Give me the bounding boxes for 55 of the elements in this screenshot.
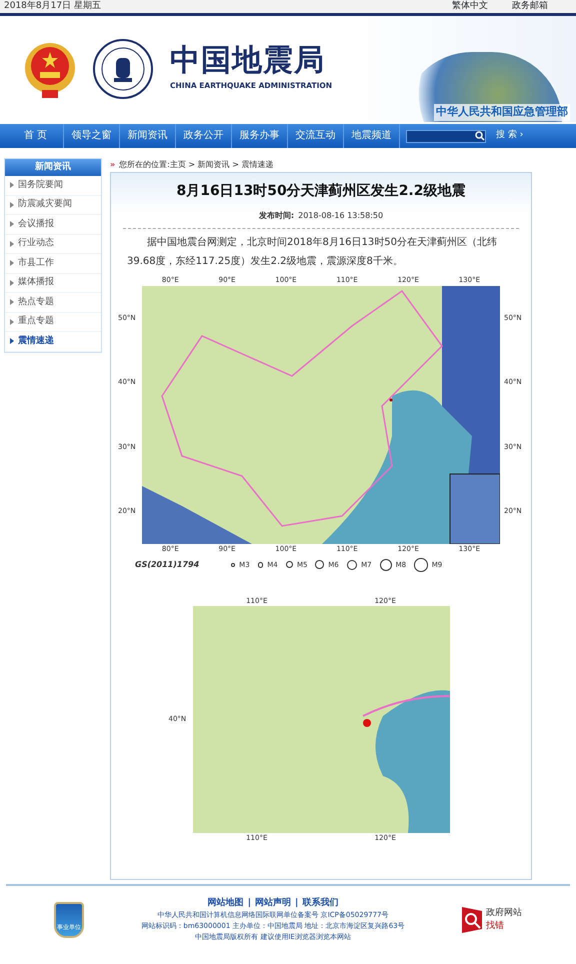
sidebar-item[interactable]: 会议播报 bbox=[5, 215, 101, 234]
nav-tab[interactable]: 交流互动 bbox=[288, 124, 344, 148]
triangle-icon bbox=[10, 338, 14, 344]
sidebar-item[interactable]: 震情速递 bbox=[5, 332, 101, 352]
footer-link[interactable]: 网站声明 bbox=[255, 896, 291, 910]
article-text: 据中国地震台网测定，北京时间2018年8月16日13时50分在天津蓟州区（北纬39.68度，东经117.25度）发生2.2级地震，震源深度8千米。 bbox=[126, 236, 498, 269]
sidebar-item[interactable]: 媒体播报 bbox=[5, 274, 101, 293]
separator-text: | bbox=[248, 896, 251, 910]
nav-tab[interactable]: 领导之窗 bbox=[64, 124, 120, 148]
triangle-icon bbox=[10, 240, 14, 247]
top-link[interactable]: 繁体中文 bbox=[452, 0, 488, 13]
triangle-icon bbox=[10, 280, 14, 286]
top-link[interactable]: 政务邮箱 bbox=[512, 0, 548, 13]
separator-text: | bbox=[295, 896, 298, 910]
search-icon bbox=[475, 131, 485, 141]
nav-tab[interactable]: 首 页 bbox=[8, 124, 64, 148]
magnifier-icon bbox=[462, 907, 482, 933]
article-title: 8月16日13时50分天津蓟州区发生2.2级地震 bbox=[176, 182, 466, 201]
triangle-icon bbox=[10, 221, 14, 228]
triangle-icon bbox=[10, 299, 14, 306]
publish-time: 2018-08-16 13:58:50 bbox=[298, 210, 384, 222]
nav-tab[interactable]: 地震频道 bbox=[344, 124, 400, 148]
footer-link[interactable]: 联系我们 bbox=[302, 896, 338, 910]
gov-site-label: 政府网站 bbox=[486, 906, 522, 920]
footer-link[interactable]: 网站地图 bbox=[208, 896, 244, 910]
sidebar-item[interactable]: 市县工作 bbox=[5, 254, 101, 274]
search-button[interactable]: 搜 索 › bbox=[494, 129, 526, 143]
date-text: 2018年8月17日 星期五 bbox=[4, 0, 101, 13]
circle-icon bbox=[231, 562, 236, 567]
circle-icon bbox=[315, 560, 324, 570]
map-code: GS(2011)1794 bbox=[135, 558, 200, 571]
circle-icon bbox=[346, 560, 358, 570]
sidebar-title: 新闻资讯 bbox=[5, 159, 101, 176]
nav-tab[interactable]: 政务公开 bbox=[176, 124, 232, 148]
search-field[interactable] bbox=[406, 130, 486, 142]
triangle-icon bbox=[10, 202, 14, 208]
seal-icon bbox=[92, 38, 154, 100]
circle-icon bbox=[414, 558, 428, 572]
report-error-link[interactable]: 找错 bbox=[486, 920, 522, 934]
triangle-icon bbox=[10, 318, 14, 325]
sidebar-item[interactable]: 防震减灾要闻 bbox=[5, 196, 101, 215]
circle-icon bbox=[286, 561, 293, 568]
triangle-icon bbox=[10, 182, 14, 188]
nav-tab[interactable]: 服务办事 bbox=[232, 124, 288, 148]
sidebar-item[interactable]: 行业动态 bbox=[5, 234, 101, 254]
nav-tab[interactable]: 新闻资讯 bbox=[120, 124, 176, 148]
site-title: 中国地震局 bbox=[170, 46, 326, 76]
sidebar-item[interactable]: 重点专题 bbox=[5, 312, 101, 332]
chevron-icon: » bbox=[110, 159, 116, 171]
triangle-icon bbox=[10, 260, 14, 266]
publish-label: 发布时间: bbox=[258, 210, 294, 222]
circle-icon bbox=[258, 562, 264, 568]
circle-icon bbox=[380, 558, 392, 571]
breadcrumb-text: 您所在的位置:主页 > 新闻资讯 > 震情速递 bbox=[119, 159, 274, 171]
ministry-title: 中华人民共和国应急管理部 bbox=[434, 104, 570, 120]
